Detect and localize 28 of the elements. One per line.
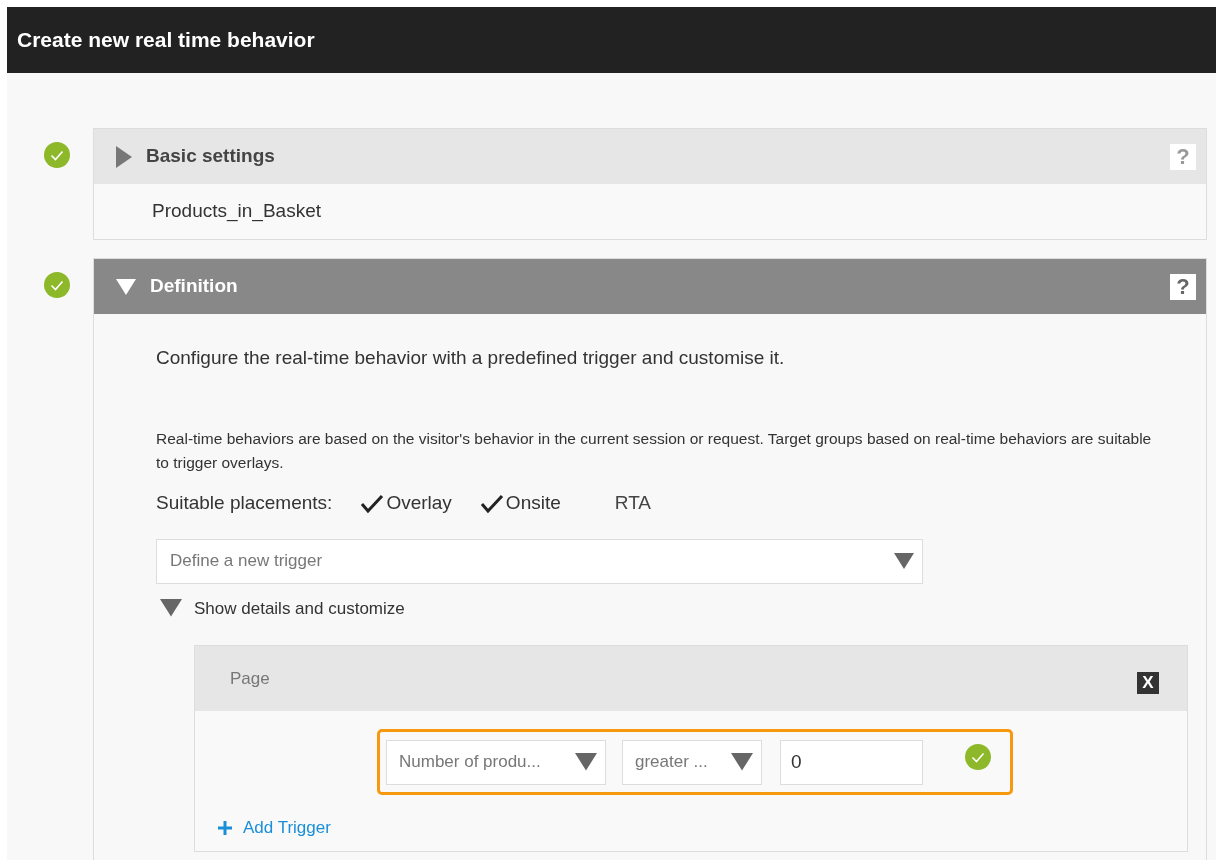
caret-down-icon [116, 278, 136, 295]
caret-right-icon [116, 145, 132, 168]
placement-label: RTA [614, 491, 652, 516]
caret-down-icon [731, 753, 753, 771]
placement-label: Onsite [505, 491, 561, 516]
section-header[interactable]: Basic settings ? [94, 129, 1206, 184]
trigger-dropdown[interactable]: Define a new trigger [156, 538, 923, 584]
close-button[interactable]: X [1137, 672, 1159, 694]
section-summary: Products_in_Basket [152, 199, 321, 224]
section-title: Definition [150, 274, 239, 299]
placement-label: Overlay [386, 491, 452, 516]
plus-icon [217, 819, 233, 836]
caret-down-icon [894, 553, 914, 569]
intro-text: Configure the real-time behavior with a predefined trigger and customise it. [156, 346, 786, 370]
panel-title: Page [230, 668, 270, 690]
value-input[interactable]: 0 [780, 739, 923, 785]
operator-dropdown[interactable]: greater ... [622, 739, 762, 785]
placements-label: Suitable placements: [156, 491, 333, 516]
help-button[interactable]: ? [1170, 273, 1196, 300]
caret-down-icon [575, 753, 597, 771]
field-dropdown[interactable]: Number of produ... [386, 739, 606, 785]
description-text: Real-time behaviors are based on the visitor's behavior in the current session or request. Target groups based on real-time behaviors are suitable to trigger overlays. [156, 428, 1153, 473]
window-title: Create new real time behavior [17, 27, 315, 54]
caret-down-icon [160, 599, 182, 618]
section-title: Basic settings [146, 144, 276, 169]
add-trigger-link[interactable]: Add Trigger [217, 815, 1187, 841]
section-header[interactable]: Definition ? [94, 259, 1206, 314]
details-toggle[interactable]: Show details and customize [160, 595, 1186, 621]
